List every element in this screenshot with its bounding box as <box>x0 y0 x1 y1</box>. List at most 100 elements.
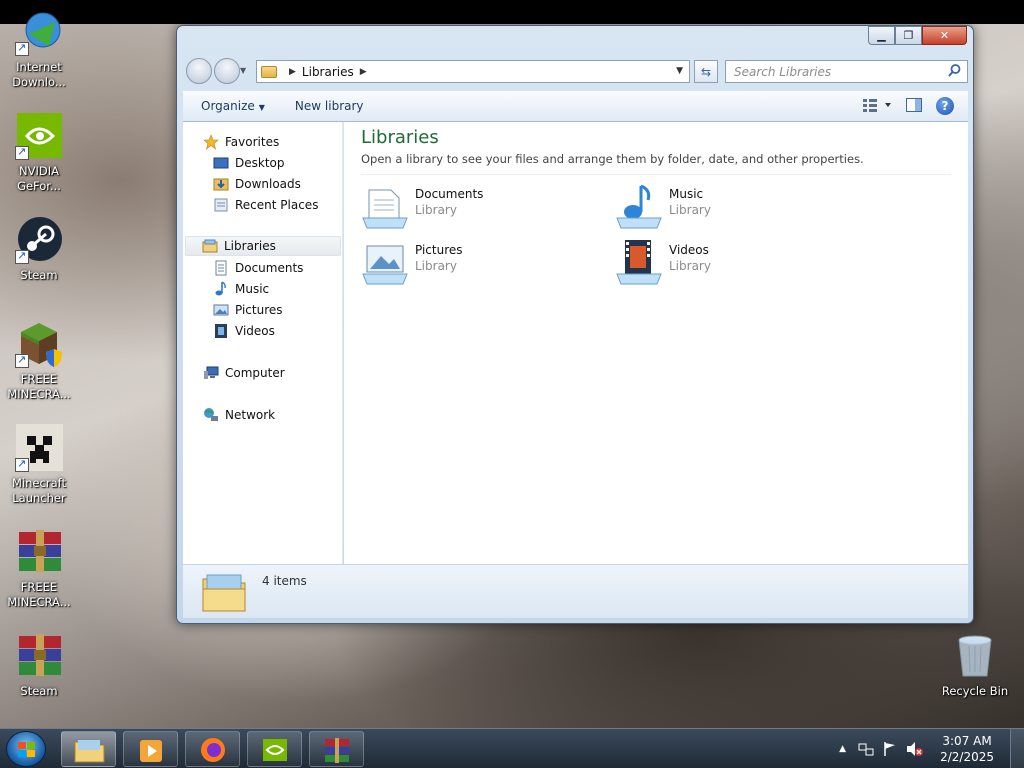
new-library-button[interactable]: New library <box>295 99 364 113</box>
action-center-flag-icon[interactable] <box>882 741 898 757</box>
breadcrumb-libraries[interactable]: Libraries <box>302 65 354 79</box>
nav-documents[interactable]: Documents <box>213 258 303 278</box>
library-type: Library <box>669 259 711 273</box>
desktop-icon-recycle-bin[interactable]: Recycle Bin <box>937 632 1013 699</box>
libraries-icon <box>202 239 218 253</box>
nav-music[interactable]: Music <box>213 279 269 299</box>
refresh-button[interactable]: ⇆ <box>694 60 718 83</box>
nav-recent-places[interactable]: Recent Places <box>213 195 318 215</box>
shortcut-arrow-icon <box>15 144 29 160</box>
command-bar: Organize ▼ New library ? <box>183 91 968 122</box>
nav-favorites[interactable]: Favorites <box>203 132 279 152</box>
clock[interactable]: 3:07 AM 2/2/2025 <box>940 733 994 765</box>
nav-favorites-label: Favorites <box>225 135 280 149</box>
nav-documents-label: Documents <box>235 261 304 275</box>
library-type: Library <box>415 203 457 217</box>
pictures-library-icon <box>362 245 408 285</box>
media-player-icon <box>140 740 162 762</box>
window-controls: ▁ ❐ ✕ <box>868 26 967 45</box>
explorer-window[interactable]: ▁ ❐ ✕ ▼ ▶ Libraries ▶ ▼ ⇆ Search Librari… <box>176 25 974 624</box>
search-placeholder: Search Libraries <box>734 64 832 79</box>
nav-downloads[interactable]: Downloads <box>213 174 301 194</box>
nav-desktop[interactable]: Desktop <box>213 153 285 173</box>
desktop-icon-nvidia[interactable]: NVIDIA GeFor... <box>1 112 77 194</box>
library-videos[interactable]: Videos Library <box>615 238 711 286</box>
library-music[interactable]: Music Library <box>615 182 711 230</box>
videos-library-icon <box>616 240 662 285</box>
item-count: 4 items <box>262 574 307 588</box>
nav-network[interactable]: Network <box>203 405 275 425</box>
library-pictures[interactable]: Pictures Library <box>361 238 463 286</box>
show-desktop-button[interactable] <box>1010 729 1024 768</box>
desktop-icon-label: Steam <box>20 268 58 282</box>
nav-libraries[interactable]: Libraries <box>185 236 341 256</box>
nav-videos[interactable]: Videos <box>213 321 275 341</box>
back-button[interactable] <box>186 58 212 84</box>
organize-menu[interactable]: Organize ▼ <box>201 99 265 113</box>
desktop-icon-internet-download-manager[interactable]: Internet Downlo... <box>1 8 77 90</box>
library-type: Library <box>415 259 457 273</box>
desktop-icon-steam[interactable]: Steam <box>1 216 77 283</box>
desktop-icon-steam-archive[interactable]: Steam <box>1 632 77 699</box>
desktop-icon-freee-minecraft-archive[interactable]: FREEE MINECRA... <box>1 528 77 610</box>
preview-pane-button[interactable] <box>906 97 922 115</box>
start-button[interactable] <box>6 731 46 767</box>
desktop-icon-freee-minecraft[interactable]: FREEE MINECRA... <box>1 320 77 402</box>
taskbar-firefox[interactable] <box>185 731 240 767</box>
minimize-button[interactable]: ▁ <box>868 26 895 45</box>
volume-muted-icon[interactable] <box>906 741 924 757</box>
shortcut-arrow-icon <box>15 456 29 472</box>
organize-label: Organize <box>201 99 255 113</box>
winrar-icon <box>15 632 63 680</box>
library-name: Documents <box>415 187 484 201</box>
pictures-icon <box>213 304 229 316</box>
address-bar[interactable]: ▶ Libraries ▶ ▼ <box>256 60 690 83</box>
page-subtitle: Open a library to see your files and arr… <box>361 152 864 166</box>
videos-icon <box>215 324 227 338</box>
documents-library-icon <box>362 189 408 229</box>
recent-pages-dropdown[interactable]: ▼ <box>240 66 246 75</box>
music-note-icon <box>215 281 226 296</box>
desktop-icon-label: Recycle Bin <box>941 684 1009 698</box>
screen-top-bar <box>0 0 1024 24</box>
library-name: Videos <box>669 243 709 257</box>
minecraft-grass-icon <box>15 320 63 368</box>
library-type: Library <box>669 203 711 217</box>
search-icon[interactable] <box>948 64 961 77</box>
taskbar-file-explorer[interactable] <box>61 731 116 767</box>
desktop-icon-minecraft-launcher[interactable]: Minecraft Launcher <box>1 424 77 506</box>
search-input[interactable]: Search Libraries <box>725 60 968 83</box>
breadcrumb-arrow-icon[interactable]: ▶ <box>360 67 367 77</box>
desktop-icon-label: FREEE MINECRA... <box>7 580 71 609</box>
help-icon[interactable]: ? <box>936 97 954 115</box>
library-documents[interactable]: Documents Library <box>361 182 483 230</box>
refresh-icon: ⇆ <box>700 64 712 79</box>
nav-pictures[interactable]: Pictures <box>213 300 283 320</box>
close-button[interactable]: ✕ <box>922 26 967 45</box>
forward-button[interactable] <box>214 58 240 84</box>
downloads-folder-icon <box>213 178 229 191</box>
creeper-icon <box>15 424 63 472</box>
show-hidden-icons-button[interactable]: ▲ <box>839 744 846 754</box>
nav-recent-places-label: Recent Places <box>235 198 319 212</box>
taskbar: ▲ 3:07 AM 2/2/2025 <box>0 728 1024 768</box>
taskbar-winrar[interactable] <box>309 731 364 767</box>
network-status-icon[interactable] <box>858 741 874 757</box>
address-dropdown-icon[interactable]: ▼ <box>676 66 683 76</box>
breadcrumb-arrow-icon[interactable]: ▶ <box>289 67 296 77</box>
content-pane: Libraries Open a library to see your fil… <box>344 122 968 564</box>
network-icon <box>204 408 218 421</box>
nav-music-label: Music <box>235 282 270 296</box>
change-view-button[interactable] <box>862 98 892 115</box>
taskbar-nvidia[interactable] <box>247 731 302 767</box>
nav-computer[interactable]: Computer <box>203 363 285 383</box>
header-divider <box>361 174 951 175</box>
maximize-button[interactable]: ❐ <box>895 26 922 45</box>
shortcut-arrow-icon <box>15 352 29 368</box>
taskbar-media-player[interactable] <box>123 731 178 767</box>
nav-videos-label: Videos <box>235 324 275 338</box>
nav-desktop-label: Desktop <box>235 156 285 170</box>
nvidia-icon <box>15 112 63 160</box>
library-name: Pictures <box>415 243 463 257</box>
desktop-icon-label: Minecraft Launcher <box>12 476 66 505</box>
